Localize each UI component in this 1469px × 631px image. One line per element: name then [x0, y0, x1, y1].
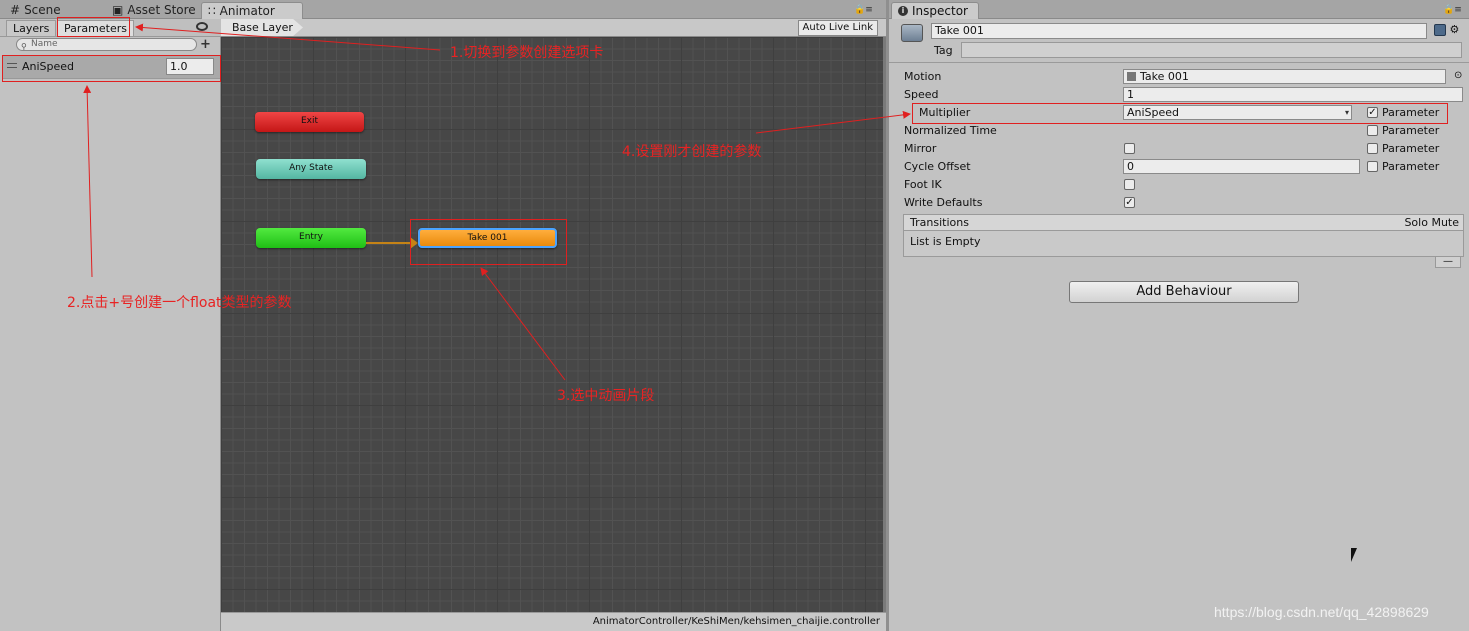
mirror-label: Mirror: [904, 142, 937, 155]
watermark: https://blog.csdn.net/qq_42898629: [1214, 604, 1429, 620]
inspector-tab-bar: i Inspector 🔒≡: [889, 0, 1469, 19]
inspector-menu-icon[interactable]: 🔒≡: [1443, 5, 1462, 15]
foot-ik-checkbox[interactable]: [1124, 179, 1135, 190]
info-icon: i: [898, 6, 908, 16]
breadcrumb-base-layer[interactable]: Base Layer: [221, 19, 303, 36]
normalized-time-label: Normalized Time: [904, 124, 997, 137]
tag-field[interactable]: [961, 42, 1462, 58]
header-buttons: ⚙: [1434, 23, 1459, 36]
motion-row: Motion Take 001 ⊙: [889, 68, 1469, 86]
annotation-step4: 4.设置刚才创建的参数: [622, 144, 762, 160]
node-exit[interactable]: Exit: [255, 112, 364, 132]
gear-icon[interactable]: ⚙: [1450, 23, 1460, 36]
animator-icon: ∷: [208, 3, 216, 18]
inspector-panel: i Inspector 🔒≡ Take 001 Tag ⚙ Motion Tak…: [889, 0, 1469, 631]
motion-field[interactable]: Take 001: [1123, 69, 1446, 84]
object-picker-icon[interactable]: ⊙: [1454, 70, 1462, 81]
speed-row: Speed 1: [889, 86, 1469, 104]
tab-layers[interactable]: Layers: [6, 20, 57, 37]
auto-live-link-button[interactable]: Auto Live Link: [797, 20, 878, 36]
state-icon: [901, 24, 923, 42]
tab-menu-icon[interactable]: 🔒≡: [854, 5, 873, 15]
search-placeholder: Name: [31, 39, 58, 49]
animator-graph[interactable]: Exit Any State Entry Take 001: [221, 37, 883, 612]
editor-tab-strip: # Scene ▣ Asset Store ∷ Animator 🔒≡: [0, 0, 886, 19]
foot-ik-row: Foot IK: [889, 176, 1469, 194]
parameter-search-input[interactable]: ⚲ Name: [16, 38, 197, 51]
parameter-search-row: ⚲ Name +: [0, 37, 221, 54]
transition-line[interactable]: [366, 242, 416, 244]
clip-icon: [1127, 72, 1136, 81]
normalized-time-parameter-label: Parameter: [1382, 124, 1440, 137]
motion-label: Motion: [904, 70, 942, 83]
help-book-icon[interactable]: [1434, 24, 1446, 36]
controller-path: AnimatorController/KeShiMen/kehsimen_cha…: [221, 612, 886, 631]
inspector-header: Take 001 Tag ⚙: [889, 19, 1469, 63]
annotation-box-parameter-row: [2, 55, 221, 82]
list-empty-text: List is Empty: [910, 235, 981, 248]
annotation-box-parameters-tab: [57, 17, 130, 37]
tab-asset-store-label: Asset Store: [127, 3, 196, 17]
tab-inspector[interactable]: i Inspector: [891, 2, 979, 19]
speed-label: Speed: [904, 88, 939, 101]
mirror-parameter-checkbox[interactable]: [1367, 143, 1378, 154]
tag-label: Tag: [934, 44, 953, 57]
cycle-offset-label: Cycle Offset: [904, 160, 971, 173]
solo-mute-label: Solo Mute: [1404, 216, 1459, 229]
normalized-time-row: Normalized Time Parameter: [889, 122, 1469, 140]
node-entry[interactable]: Entry: [256, 228, 366, 248]
normalized-time-parameter-checkbox[interactable]: [1367, 125, 1378, 136]
transitions-label: Transitions: [910, 216, 969, 229]
node-any-state[interactable]: Any State: [256, 159, 366, 179]
add-parameter-button[interactable]: +: [200, 37, 211, 52]
annotation-step2: 2.点击+号创建一个float类型的参数: [67, 295, 292, 311]
transitions-list: Transitions Solo Mute List is Empty —: [903, 214, 1464, 268]
annotation-box-take-node: [410, 219, 567, 265]
cycle-offset-parameter-checkbox[interactable]: [1367, 161, 1378, 172]
eye-icon[interactable]: [196, 22, 208, 31]
remove-transition-button[interactable]: —: [1435, 256, 1461, 268]
transitions-body: List is Empty: [904, 231, 1463, 256]
search-icon: ⚲: [21, 42, 27, 51]
motion-value: Take 001: [1140, 70, 1189, 83]
mirror-checkbox[interactable]: [1124, 143, 1135, 154]
cycle-offset-parameter-label: Parameter: [1382, 160, 1440, 173]
tab-animator[interactable]: ∷ Animator: [201, 2, 303, 19]
animator-left-panel: Layers Parameters ⚲ Name + AniSpeed 1.0: [0, 19, 221, 631]
mouse-cursor-icon: [1351, 548, 1357, 562]
tab-scene-label: Scene: [24, 3, 61, 17]
tab-inspector-label: Inspector: [912, 4, 968, 18]
write-defaults-checkbox[interactable]: ✓: [1124, 197, 1135, 208]
mirror-parameter-label: Parameter: [1382, 142, 1440, 155]
state-name-input[interactable]: Take 001: [931, 23, 1427, 39]
foot-ik-label: Foot IK: [904, 178, 942, 191]
mirror-row: Mirror Parameter: [889, 140, 1469, 158]
grid-icon: #: [10, 3, 21, 17]
annotation-box-multiplier: [912, 103, 1448, 124]
tab-animator-label: Animator: [219, 3, 275, 18]
annotation-step1: 1.切换到参数创建选项卡: [450, 45, 604, 61]
speed-input[interactable]: 1: [1123, 87, 1463, 102]
write-defaults-label: Write Defaults: [904, 196, 983, 209]
add-behaviour-button[interactable]: Add Behaviour: [1069, 281, 1299, 303]
cycle-offset-input[interactable]: 0: [1123, 159, 1360, 174]
transitions-header: Transitions Solo Mute: [904, 215, 1463, 231]
graph-header: Base Layer Auto Live Link: [221, 19, 886, 37]
cycle-offset-row: Cycle Offset 0 Parameter: [889, 158, 1469, 176]
annotation-step3: 3.选中动画片段: [557, 388, 655, 404]
write-defaults-row: Write Defaults ✓: [889, 194, 1469, 212]
